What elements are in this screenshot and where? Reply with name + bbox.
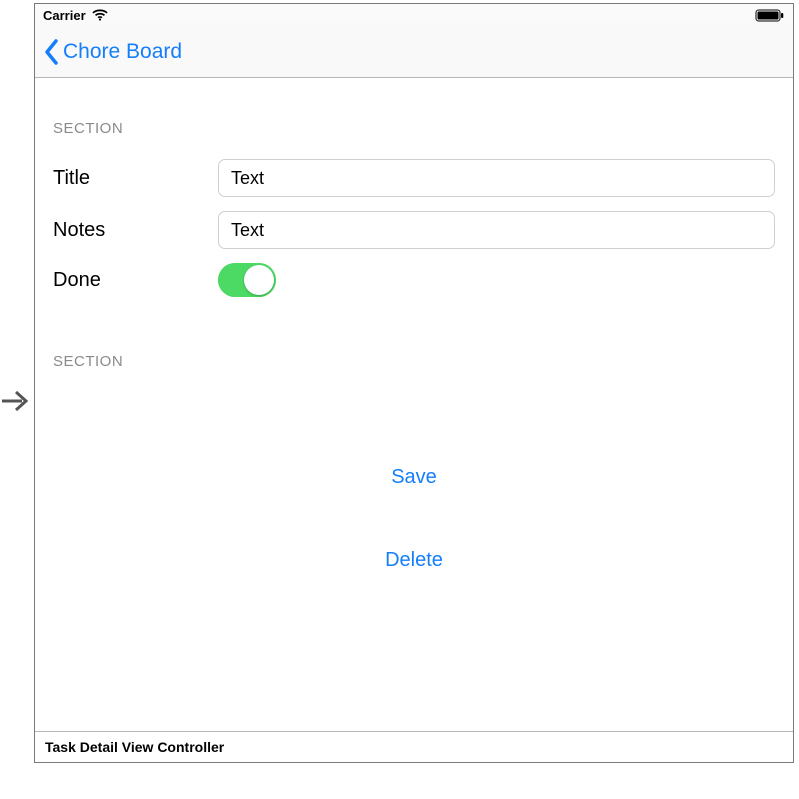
storyboard-entry-arrow-icon bbox=[0, 388, 30, 419]
notes-input[interactable] bbox=[218, 211, 775, 249]
title-row: Title bbox=[53, 159, 775, 197]
battery-icon bbox=[755, 9, 785, 22]
notes-row: Notes bbox=[53, 211, 775, 249]
done-toggle[interactable] bbox=[218, 263, 276, 297]
scene-label: Task Detail View Controller bbox=[35, 732, 793, 762]
wifi-icon bbox=[92, 9, 108, 21]
title-input[interactable] bbox=[218, 159, 775, 197]
save-button[interactable]: Save bbox=[53, 466, 775, 489]
done-label: Done bbox=[53, 269, 218, 292]
back-chevron-icon[interactable] bbox=[43, 38, 61, 66]
title-label: Title bbox=[53, 167, 218, 190]
device-frame: Carrier Chore Board bbox=[34, 3, 794, 763]
delete-button[interactable]: Delete bbox=[53, 549, 775, 572]
toggle-knob bbox=[244, 265, 274, 295]
section-header-2: SECTION bbox=[53, 353, 775, 370]
done-row: Done bbox=[53, 263, 775, 297]
carrier-label: Carrier bbox=[43, 8, 86, 23]
back-button[interactable]: Chore Board bbox=[63, 40, 182, 64]
form-content: SECTION Title Notes Done SECTION Save De… bbox=[35, 78, 793, 732]
status-bar: Carrier bbox=[35, 4, 793, 26]
notes-label: Notes bbox=[53, 219, 218, 242]
section-header-1: SECTION bbox=[53, 120, 775, 137]
navigation-bar: Chore Board bbox=[35, 26, 793, 78]
